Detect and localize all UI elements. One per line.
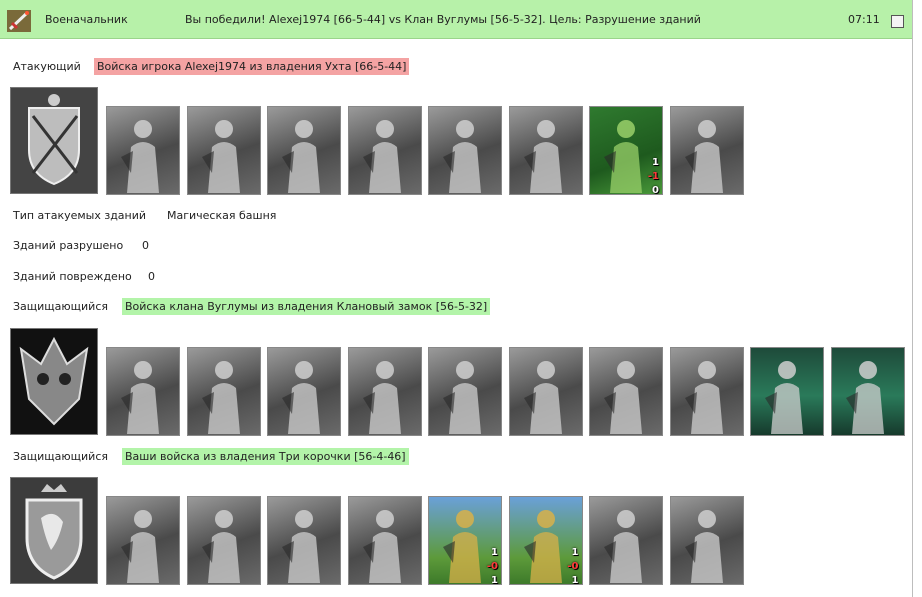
- unit-portrait-mage[interactable]: [508, 106, 583, 195]
- gargoyle-figure: [362, 361, 401, 434]
- hooded-figure-figure: [684, 510, 723, 583]
- unit-portrait-crossbowman[interactable]: 1 -0 1: [428, 496, 502, 585]
- unit-portrait-sorcerer[interactable]: [669, 106, 744, 195]
- pegasus-figure: [362, 510, 401, 583]
- unit-portrait-centurion[interactable]: [267, 106, 341, 195]
- destroyed-label: Зданий разрушено: [13, 239, 124, 252]
- unit-portrait-knights-pair[interactable]: [106, 496, 180, 585]
- griffin-figure: [362, 120, 401, 193]
- unit-portrait-golem[interactable]: [186, 347, 261, 436]
- unit-count: -0: [567, 561, 579, 572]
- knights-pair-figure: [121, 510, 159, 583]
- unit-portrait-griffin[interactable]: [347, 106, 422, 195]
- dark-warrior-figure: [201, 120, 240, 193]
- demon-wings-figure: [604, 361, 642, 434]
- lizard-figure: [684, 361, 723, 434]
- attacker-label: Атакующий: [13, 60, 81, 73]
- unit-portrait-dark-warrior[interactable]: [186, 106, 261, 195]
- unit-count: -0: [486, 561, 498, 572]
- wraith-figure: [523, 361, 562, 434]
- unit-count: 1: [571, 575, 579, 585]
- unit-portrait-armored-knight[interactable]: [186, 496, 261, 585]
- candles-1-figure: [765, 361, 803, 434]
- clan-emblem[interactable]: [10, 328, 98, 435]
- unit-portrait-pegasus[interactable]: [347, 496, 422, 585]
- minotaur-figure: [282, 361, 320, 434]
- golem-figure: [201, 361, 240, 434]
- damaged-label: Зданий повреждено: [13, 270, 132, 283]
- unit-portrait-demon-wings[interactable]: [589, 347, 663, 436]
- battle-time: 07:11: [848, 13, 880, 26]
- unit-portrait-hooded-figure[interactable]: [669, 496, 744, 585]
- dragon-figure: [121, 361, 159, 434]
- unit-portrait-green-druid[interactable]: 1 -1 0: [589, 106, 663, 195]
- lancer-figure: [282, 510, 320, 583]
- dwarf-figure: [121, 120, 159, 193]
- unit-count: 1: [571, 547, 579, 558]
- candles-2-figure: [845, 361, 884, 434]
- target-type-value: Магическая башня: [167, 209, 277, 222]
- defender-clan-force-tag[interactable]: Войска клана Вуглумы из владения Клановы…: [122, 298, 491, 315]
- unit-portrait-minotaur[interactable]: [267, 347, 341, 436]
- centurion-figure: [282, 120, 320, 193]
- barbarian-figure: [604, 510, 642, 583]
- attacker-emblem[interactable]: [10, 87, 98, 194]
- target-type-label: Тип атакуемых зданий: [13, 209, 147, 222]
- damaged-value: 0: [148, 270, 155, 283]
- unit-count: 1: [652, 157, 659, 168]
- unit-count: 1: [491, 547, 498, 558]
- unit-portrait-barbarian[interactable]: [589, 496, 663, 585]
- title-bar: Военачальник Вы победили! Alexej1974 [66…: [0, 0, 912, 39]
- unit-count: 0: [652, 185, 659, 195]
- close-checkbox[interactable]: [891, 15, 904, 28]
- unit-portrait-candles-1[interactable]: [750, 347, 824, 436]
- unit-portrait-spider[interactable]: [428, 347, 502, 436]
- unit-portrait-lizard[interactable]: [669, 347, 744, 436]
- unit-portrait-candles-2[interactable]: [830, 347, 905, 436]
- self-emblem[interactable]: [10, 477, 98, 584]
- unit-portrait-gargoyle[interactable]: [347, 347, 422, 436]
- destroyed-value: 0: [142, 239, 149, 252]
- archer-figure: [443, 120, 481, 193]
- battle-result: Вы победили! Alexej1974 [66-5-44] vs Кла…: [185, 13, 701, 26]
- mage-figure: [523, 120, 562, 193]
- unit-portrait-archer[interactable]: [428, 106, 502, 195]
- armored-knight-figure: [201, 510, 240, 583]
- unit-portrait-wraith[interactable]: [508, 347, 583, 436]
- attacker-force-tag[interactable]: Войска игрока Alexej1974 из владения Ухт…: [94, 58, 410, 75]
- unit-portrait-dwarf[interactable]: [106, 106, 180, 195]
- defender-self-force-tag[interactable]: Ваши войска из владения Три корочки [56-…: [122, 448, 409, 465]
- defender-self-label: Защищающийся: [13, 450, 108, 463]
- unit-portrait-yellow-mage[interactable]: 1 -0 1: [508, 496, 583, 585]
- defender-clan-label: Защищающийся: [13, 300, 108, 313]
- sword-icon: [7, 10, 31, 32]
- unit-portrait-dragon[interactable]: [106, 347, 180, 436]
- app-title: Военачальник: [45, 13, 128, 26]
- sorcerer-figure: [684, 120, 723, 193]
- unit-count: 1: [491, 575, 498, 585]
- unit-count: -1: [647, 171, 659, 182]
- spider-figure: [443, 361, 481, 434]
- unit-portrait-lancer[interactable]: [267, 496, 341, 585]
- window-border: [912, 0, 913, 597]
